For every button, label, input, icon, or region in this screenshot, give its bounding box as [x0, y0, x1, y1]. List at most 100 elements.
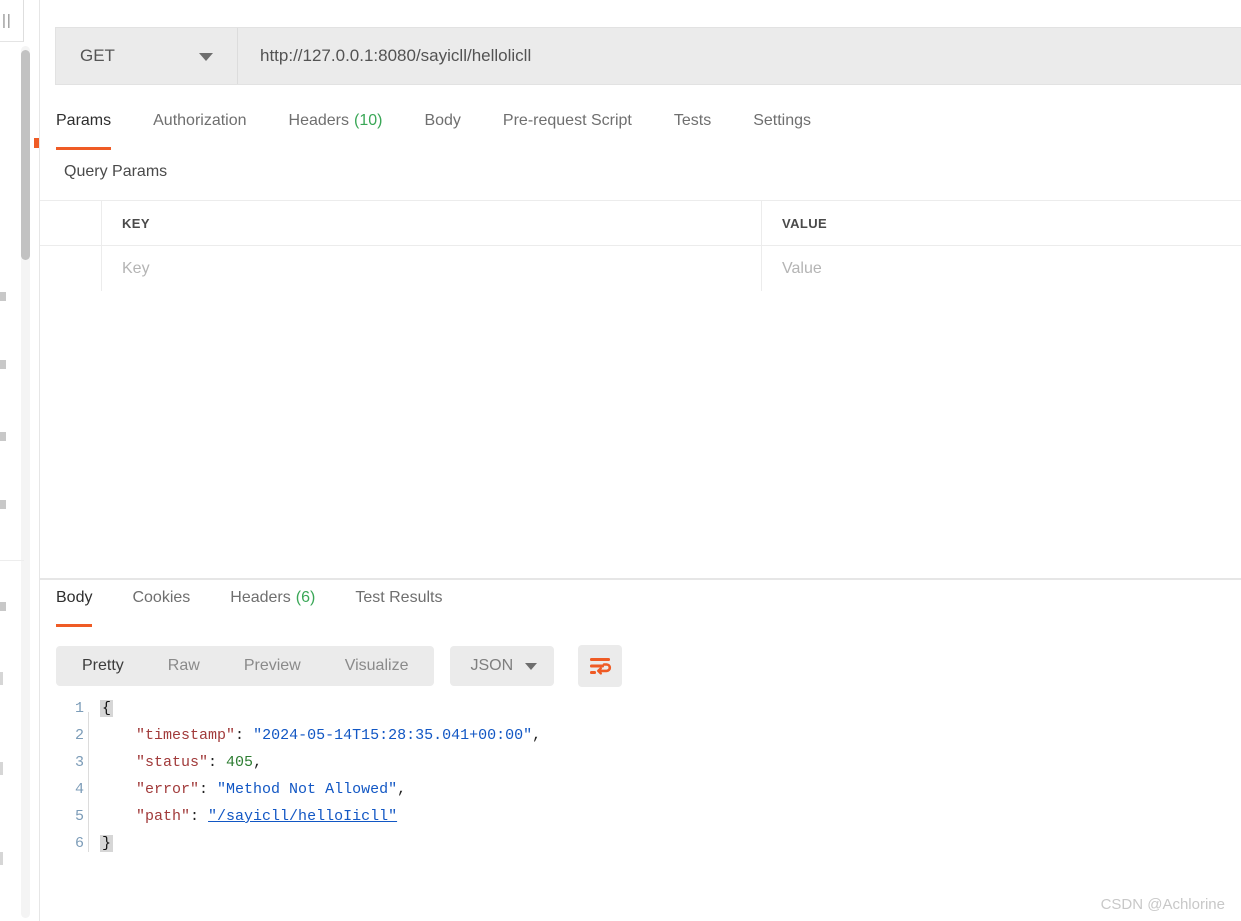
response-tab-headers-count: (6): [295, 589, 316, 606]
code-close-brace: }: [100, 835, 114, 852]
tab-headers-count: (10): [354, 112, 383, 129]
sidebar-item-fragment[interactable]: [0, 360, 6, 369]
view-mode-pretty[interactable]: Pretty: [60, 650, 146, 682]
sidebar-item-fragment[interactable]: [0, 602, 6, 611]
response-tab-headers[interactable]: Headers (6): [230, 585, 315, 627]
query-params-table: KEY VALUE Key Value: [40, 200, 1241, 292]
view-mode-raw-label: Raw: [167, 657, 200, 674]
code-line: 4 "error": "Method Not Allowed",: [56, 781, 1241, 808]
tab-body-label: Body: [424, 112, 461, 129]
response-body-code[interactable]: 1 { 2 "timestamp": "2024-05-14T15:28:35.…: [56, 700, 1241, 880]
code-line: 6 }: [56, 835, 1241, 862]
tab-settings-label: Settings: [753, 112, 812, 129]
tab-pre-request-script-label: Pre-request Script: [502, 112, 632, 129]
header-key-cell: KEY: [102, 201, 762, 245]
tab-params[interactable]: Params: [56, 108, 112, 150]
code-line: 5 "path": "/sayicll/helloIicll": [56, 808, 1241, 835]
json-key: "timestamp": [136, 727, 236, 744]
watermark: CSDN @Achlorine: [1100, 896, 1225, 913]
chevron-down-icon: [199, 53, 213, 61]
url-input[interactable]: http://127.0.0.1:8080/sayicll/hellolicll: [238, 28, 1241, 84]
response-tab-cookies-label: Cookies: [132, 589, 191, 606]
response-tab-headers-label: Headers: [230, 589, 291, 606]
sidebar-item-fragment[interactable]: [0, 292, 6, 301]
request-url-bar: GET http://127.0.0.1:8080/sayicll/hellol…: [55, 27, 1241, 85]
tab-authorization-label: Authorization: [153, 112, 247, 129]
line-number: 1: [74, 700, 84, 717]
sidebar-active-indicator: [34, 138, 39, 148]
table-row[interactable]: Key Value: [40, 246, 1241, 291]
sidebar-item-fragment[interactable]: [0, 672, 3, 685]
request-tab-bar: Params Authorization Headers (10) Body Pr…: [56, 108, 1241, 150]
json-comma: ,: [532, 727, 542, 744]
code-line: 1 {: [56, 700, 1241, 727]
sidebar-item-fragment[interactable]: [0, 500, 6, 509]
http-method-dropdown[interactable]: GET: [56, 28, 238, 84]
sidebar-divider: [0, 560, 24, 561]
view-mode-pretty-label: Pretty: [82, 657, 124, 674]
view-mode-visualize-label: Visualize: [344, 657, 409, 674]
wrap-text-icon: [590, 658, 612, 675]
view-mode-group: Pretty Raw Preview Visualize: [56, 646, 435, 686]
response-tab-body[interactable]: Body: [56, 585, 93, 627]
tab-tests-label: Tests: [673, 112, 712, 129]
line-number: 6: [74, 835, 84, 852]
code-open-brace: {: [100, 700, 114, 717]
row-key-placeholder: Key: [122, 259, 150, 277]
tab-headers-label: Headers: [288, 112, 349, 129]
column-header-key: KEY: [122, 215, 150, 231]
sidebar-item-fragment[interactable]: [0, 432, 6, 441]
json-value-link[interactable]: "/sayicll/helloIicll": [208, 808, 397, 825]
sidebar-tab-glyph: ||: [2, 12, 12, 29]
json-value: "Method Not Allowed": [217, 781, 398, 798]
response-tab-test-results-label: Test Results: [355, 589, 443, 606]
header-value-cell: VALUE: [762, 201, 1241, 245]
json-key: "error": [136, 781, 200, 798]
tab-settings[interactable]: Settings: [753, 108, 811, 150]
response-format-toolbar: Pretty Raw Preview Visualize JSON: [56, 645, 623, 687]
chevron-down-icon: [525, 663, 538, 670]
url-input-value: http://127.0.0.1:8080/sayicll/hellolicll: [260, 46, 532, 65]
tab-headers[interactable]: Headers (10): [289, 108, 383, 150]
row-value-input[interactable]: Value: [762, 246, 1241, 291]
request-empty-area: [40, 291, 1241, 578]
line-number: 3: [74, 754, 84, 771]
query-params-title: Query Params: [64, 163, 168, 180]
tab-tests[interactable]: Tests: [674, 108, 711, 150]
json-comma: ,: [253, 754, 263, 771]
view-mode-raw[interactable]: Raw: [146, 650, 222, 682]
row-key-input[interactable]: Key: [102, 246, 762, 291]
response-tab-cookies[interactable]: Cookies: [132, 585, 190, 627]
json-value: "2024-05-14T15:28:35.041+00:00": [253, 727, 533, 744]
tab-pre-request-script[interactable]: Pre-request Script: [503, 108, 632, 150]
code-line: 3 "status": 405,: [56, 754, 1241, 781]
sidebar-tab-partial[interactable]: ||: [0, 0, 24, 42]
wrap-text-button[interactable]: [578, 645, 623, 687]
table-header-row: KEY VALUE: [40, 201, 1241, 246]
header-checkbox-cell: [40, 201, 102, 245]
sidebar-scrollbar-thumb[interactable]: [21, 50, 30, 260]
sidebar-item-fragment[interactable]: [0, 762, 3, 775]
json-comma: ,: [397, 781, 407, 798]
tab-body[interactable]: Body: [424, 108, 460, 150]
column-header-value: VALUE: [782, 215, 828, 231]
http-method-label: GET: [80, 46, 115, 65]
sidebar-item-fragment[interactable]: [0, 852, 3, 865]
json-key: "path": [136, 808, 191, 825]
response-tab-body-label: Body: [56, 589, 93, 606]
response-tab-bar: Body Cookies Headers (6) Test Results: [56, 585, 756, 627]
view-mode-preview-label: Preview: [243, 657, 301, 674]
line-number: 4: [74, 781, 84, 798]
tab-authorization[interactable]: Authorization: [153, 108, 246, 150]
row-checkbox-cell[interactable]: [40, 246, 102, 291]
main-panel: GET http://127.0.0.1:8080/sayicll/hellol…: [40, 0, 1241, 921]
row-value-placeholder: Value: [782, 259, 822, 277]
json-key: "status": [136, 754, 209, 771]
response-tab-test-results[interactable]: Test Results: [355, 585, 442, 627]
pane-divider[interactable]: [40, 578, 1241, 580]
view-mode-visualize[interactable]: Visualize: [323, 650, 431, 682]
view-mode-preview[interactable]: Preview: [222, 650, 323, 682]
line-number: 2: [74, 727, 84, 744]
postman-window: || GET http://127.0.0.1:8080/sayicll/hel…: [0, 0, 1241, 921]
body-format-dropdown[interactable]: JSON: [450, 646, 555, 686]
